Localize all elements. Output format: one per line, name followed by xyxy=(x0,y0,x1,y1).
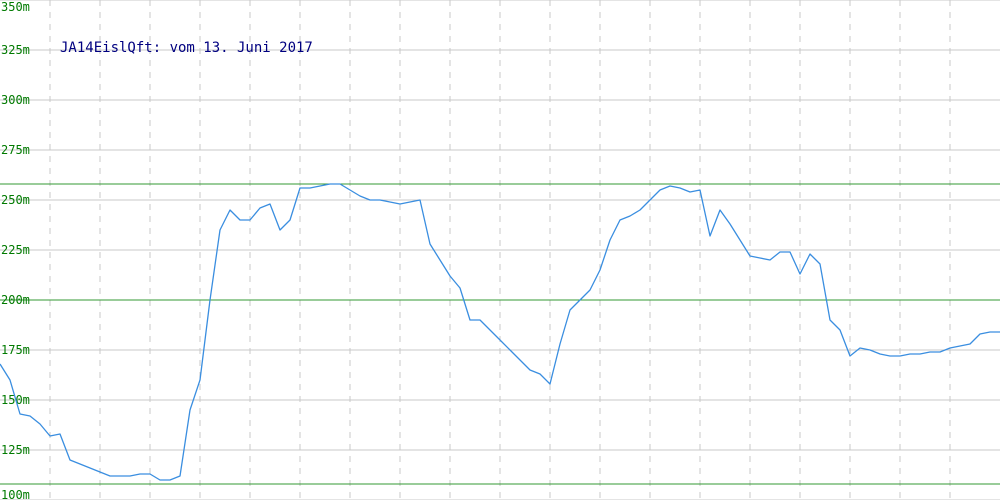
y-tick-label: 125m xyxy=(1,443,30,457)
y-tick-label: 225m xyxy=(1,243,30,257)
chart-title: JA14EislQft: vom 13. Juni 2017 xyxy=(60,40,313,56)
y-tick-label: 275m xyxy=(1,143,30,157)
y-tick-label: 350m xyxy=(1,0,30,14)
y-tick-label: 325m xyxy=(1,43,30,57)
y-tick-label: 175m xyxy=(1,343,30,357)
line-chart: 350m325m300m275m250m225m200m175m150m125m… xyxy=(0,0,1000,500)
y-tick-label: 100m xyxy=(1,488,30,500)
y-tick-label: 250m xyxy=(1,193,30,207)
y-tick-label: 300m xyxy=(1,93,30,107)
y-tick-label: 200m xyxy=(1,293,30,307)
